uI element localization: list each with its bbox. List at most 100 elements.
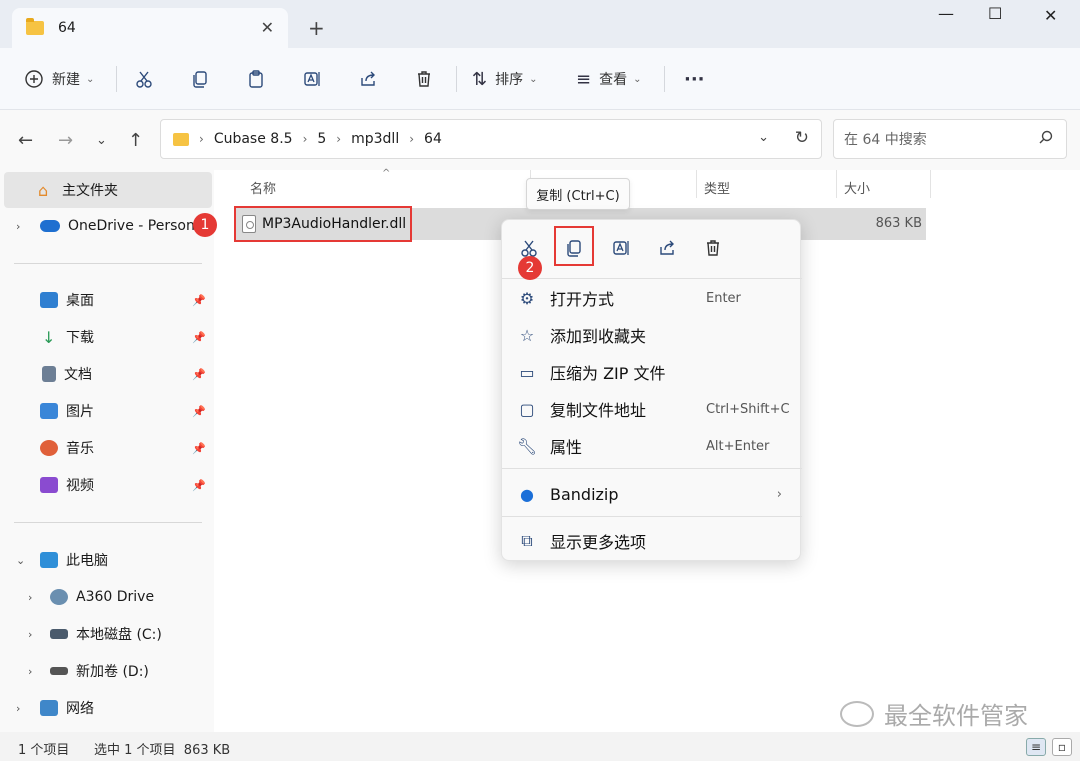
sidebar-item-label: 网络	[66, 701, 94, 717]
copy-icon	[193, 71, 207, 88]
breadcrumb-64[interactable]: 64	[424, 131, 442, 147]
sidebar-item-label: OneDrive - Persona	[68, 218, 200, 234]
share-button[interactable]	[652, 234, 682, 262]
search-box[interactable]: 在 64 中搜索	[833, 119, 1067, 159]
paste-button[interactable]	[246, 62, 266, 96]
rename-button[interactable]	[606, 234, 636, 262]
new-tab-button[interactable]: +	[308, 16, 325, 40]
tiles-view-icon[interactable]: ▫	[1052, 738, 1072, 756]
menu-item-label: 属性	[550, 438, 583, 457]
chevron-down-icon[interactable]: ⌄	[16, 554, 25, 567]
chevron-right-icon[interactable]: ›	[16, 220, 20, 233]
chevron-right-icon[interactable]: ›	[28, 665, 32, 678]
breadcrumb-mp3dll[interactable]: mp3dll	[351, 131, 399, 147]
tab-title: 64	[58, 20, 76, 36]
pin-icon[interactable]: 📌	[192, 479, 206, 492]
share-button[interactable]	[358, 62, 378, 96]
sidebar-item-documents[interactable]: 文档 📌	[0, 356, 212, 392]
chevron-right-icon[interactable]: ›	[28, 628, 32, 641]
column-divider	[836, 170, 837, 198]
pin-icon[interactable]: 📌	[192, 368, 206, 381]
sidebar-item-drive-d[interactable]: › 新加卷 (D:)	[0, 653, 212, 689]
sort-button[interactable]: ⇅ 排序 ⌄	[472, 62, 537, 96]
menu-item-open-with[interactable]: ⚙ 打开方式 Enter	[502, 280, 802, 316]
up-arrow-icon[interactable]: ↑	[128, 130, 143, 151]
breadcrumb-separator: ›	[336, 132, 342, 146]
breadcrumb-separator: ›	[199, 132, 204, 146]
column-header-size[interactable]: 大小	[844, 178, 870, 197]
step-badge-2: 2	[518, 256, 542, 280]
file-name-cell[interactable]: MP3AudioHandler.dll	[234, 206, 412, 242]
more-button[interactable]: ···	[684, 62, 705, 96]
copy-button[interactable]	[190, 62, 210, 96]
maximize-button[interactable]: ☐	[988, 4, 1002, 23]
column-header-type[interactable]: 类型	[704, 178, 730, 197]
view-button[interactable]: ≡ 查看 ⌄	[576, 62, 641, 96]
close-window-button[interactable]: ✕	[1044, 6, 1057, 25]
document-icon	[42, 366, 56, 382]
search-placeholder: 在 64 中搜索	[844, 132, 927, 148]
recent-chevron-icon[interactable]: ⌄	[96, 133, 107, 148]
menu-item-zip[interactable]: ▭ 压缩为 ZIP 文件	[502, 354, 802, 390]
sort-button-label: 排序	[495, 72, 524, 88]
chevron-right-icon[interactable]: ›	[28, 591, 32, 604]
pin-icon[interactable]: 📌	[192, 405, 206, 418]
forward-arrow-icon[interactable]: →	[58, 130, 73, 151]
menu-item-label: 压缩为 ZIP 文件	[550, 364, 666, 383]
watermark-text: 最全软件管家	[884, 702, 1028, 730]
sidebar-item-videos[interactable]: 视频 📌	[0, 467, 212, 503]
delete-button[interactable]	[698, 234, 728, 262]
copy-button[interactable]	[559, 234, 589, 262]
menu-item-add-favorites[interactable]: ☆ 添加到收藏夹	[502, 317, 802, 353]
toolbar-divider	[664, 66, 665, 92]
menu-item-copy-path[interactable]: ▢ 复制文件地址 Ctrl+Shift+C	[502, 391, 802, 427]
address-bar[interactable]: › Cubase 8.5 › 5 › mp3dll › 64 ⌄ ↻	[160, 119, 822, 159]
details-view-icon[interactable]: ≡	[1026, 738, 1046, 756]
folder-icon	[173, 132, 189, 146]
sidebar-item-a360[interactable]: › A360 Drive	[0, 579, 212, 615]
sidebar-item-music[interactable]: 音乐 📌	[0, 430, 212, 466]
tab-close-icon[interactable]: ✕	[261, 18, 274, 37]
cloud-icon	[40, 220, 60, 232]
sidebar-item-downloads[interactable]: ↓ 下载 📌	[0, 319, 212, 355]
column-header-name[interactable]: 名称	[250, 178, 276, 197]
menu-item-bandizip[interactable]: ● Bandizip ›	[502, 476, 802, 512]
watermark: 最全软件管家	[840, 696, 1028, 731]
folder-icon	[26, 18, 44, 35]
back-arrow-icon[interactable]: ←	[18, 130, 33, 151]
delete-button[interactable]	[414, 62, 434, 96]
sidebar-item-pictures[interactable]: 图片 📌	[0, 393, 212, 429]
sidebar-item-desktop[interactable]: 桌面 📌	[0, 282, 212, 318]
chevron-down-icon: ⌄	[529, 73, 538, 85]
pin-icon[interactable]: 📌	[192, 294, 206, 307]
star-icon: ☆	[519, 325, 535, 345]
chevron-down-icon[interactable]: ⌄	[758, 130, 769, 145]
menu-item-shortcut: Enter	[706, 290, 741, 306]
chevron-right-icon[interactable]: ›	[16, 702, 20, 715]
sidebar-item-drive-c[interactable]: › 本地磁盘 (C:)	[0, 616, 212, 652]
minimize-button[interactable]: —	[938, 4, 954, 23]
sidebar-item-home[interactable]: ⌂ 主文件夹	[4, 172, 212, 208]
toolbar-divider	[116, 66, 117, 92]
refresh-icon[interactable]: ↻	[795, 128, 809, 148]
cut-button[interactable]	[134, 62, 154, 96]
menu-item-more-options[interactable]: ⧉ 显示更多选项	[502, 523, 802, 559]
breadcrumb-5[interactable]: 5	[317, 131, 326, 147]
pin-icon[interactable]: 📌	[192, 442, 206, 455]
menu-item-label: 复制文件地址	[550, 401, 647, 420]
view-button-label: 查看	[599, 72, 628, 88]
more-options-icon: ⧉	[521, 531, 533, 550]
tab-64[interactable]: 64 ✕	[12, 8, 288, 48]
breadcrumb-cubase[interactable]: Cubase 8.5	[214, 131, 293, 147]
menu-item-label: 显示更多选项	[550, 533, 647, 552]
selection-info: 选中 1 个项目 863 KB	[94, 743, 231, 758]
rename-button[interactable]	[302, 62, 322, 96]
sidebar-item-this-pc[interactable]: ⌄ 此电脑	[0, 542, 212, 578]
context-menu-quick-actions	[502, 220, 802, 276]
new-button[interactable]: 新建 ⌄	[24, 62, 94, 96]
sidebar-item-network[interactable]: › 网络	[0, 690, 212, 726]
pin-icon[interactable]: 📌	[192, 331, 206, 344]
sidebar-item-onedrive[interactable]: › OneDrive - Persona	[0, 208, 212, 244]
toolbar-divider	[456, 66, 457, 92]
menu-item-properties[interactable]: 🔧︎ 属性 Alt+Enter	[502, 428, 802, 464]
